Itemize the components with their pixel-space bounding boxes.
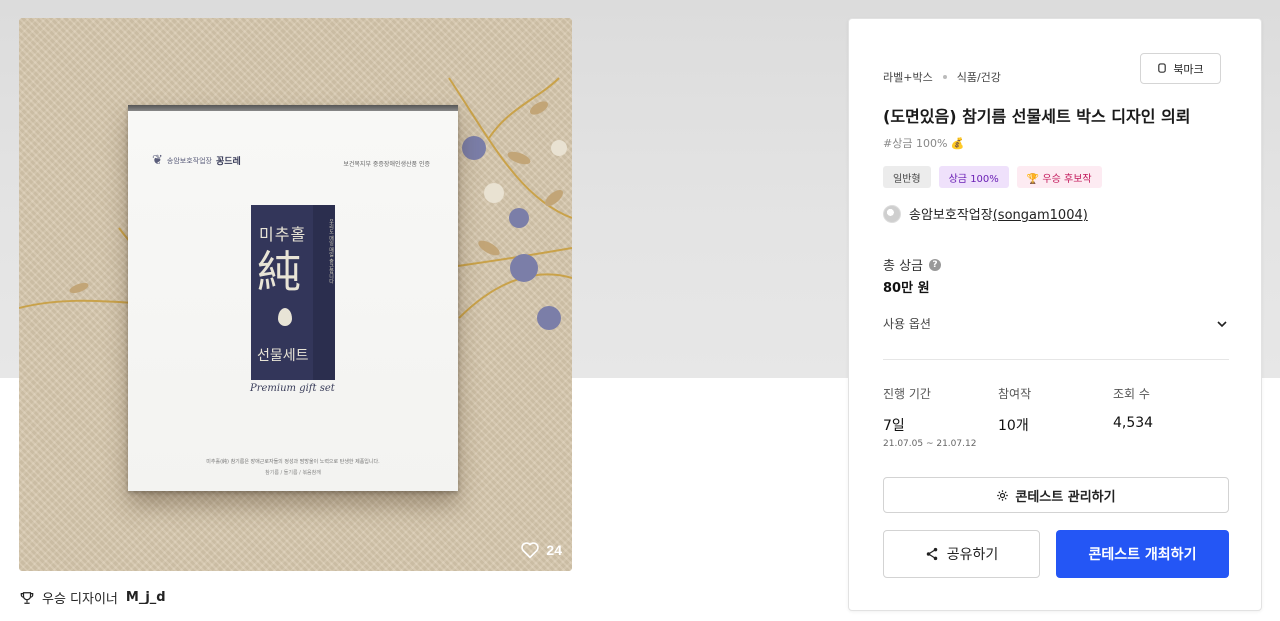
label-big-character: 純 [257,247,301,298]
gear-icon [997,489,1009,501]
winner-designer-row: 우승 디자이너 M_j_d [20,588,166,607]
contest-tagline: #상금 100% 💰 [883,137,965,150]
host-name: 송암보호작업장 [909,208,993,223]
box-product-list: 참기름 / 들기름 / 볶음참깨 [265,470,321,476]
contest-title: (도면있음) 참기름 선물세트 박스 디자인 의뢰 [883,107,1191,126]
badge-type: 일반형 [883,166,931,188]
breadcrumb-item-subcategory[interactable]: 식품/건강 [957,69,1001,85]
manage-contest-label: 콘테스트 관리하기 [1015,489,1116,505]
breadcrumb-item-category[interactable]: 라벨+박스 [883,69,933,85]
manage-contest-button[interactable]: 콘테스트 관리하기 [883,477,1229,513]
host-handle-link[interactable]: (songam1004) [993,208,1088,223]
trophy-icon [20,591,34,604]
box-label-panel: 미추홀 純 선물세트 우리도 매일 매일 출근합니다 [251,205,335,380]
host-info[interactable]: 송암보호작업장(songam1004) [883,204,1088,223]
badge-winner-candidate: 🏆 우승 후보작 [1016,166,1102,188]
stat-entries-value: 10개 [998,418,1029,434]
total-prize-label: 총 상금 ? [883,255,942,274]
winner-name[interactable]: M_j_d [126,590,166,605]
box-cert-text: 보건복지부 중증장애인생산품 인증 [343,161,430,168]
winner-label: 우승 디자이너 [42,592,118,607]
like-count: 24 [546,542,562,558]
bird-logo-icon: ❦ [152,153,163,168]
usage-option-label: 사용 옵션 [883,317,931,331]
bookmark-icon [1158,63,1167,73]
like-button[interactable]: 24 [520,541,562,559]
box-brand-text: 꽁드레 [216,157,241,167]
breadcrumb: 라벨+박스 식품/건강 [883,69,1001,85]
contest-info-card: 라벨+박스 식품/건강 북마크 (도면있음) 참기름 선물세트 박스 디자인 의… [848,18,1262,611]
bookmark-label: 북마크 [1173,62,1204,76]
stat-views: 조회 수 4,534 [1113,385,1228,449]
stat-entries-label: 참여작 [998,387,1032,401]
help-icon[interactable]: ? [929,258,942,271]
box-brand-logo: ❦ 송암보호작업장 꽁드레 [152,153,241,168]
box-lid [128,105,458,111]
share-label: 공유하기 [946,547,999,563]
stat-views-label: 조회 수 [1113,387,1150,401]
host-avatar [883,204,901,223]
contest-stats: 진행 기간 7일 21.07.05 ~ 21.07.12 참여작 10개 조회 … [883,385,1229,449]
heart-icon [521,542,540,559]
total-prize-value: 80만 원 [883,281,930,296]
breadcrumb-separator [942,75,947,79]
oil-drop-icon [278,308,292,326]
usage-option-dropdown[interactable]: 사용 옵션 [883,315,1229,332]
chevron-down-icon [1217,320,1227,327]
stat-duration-value: 7일 [883,418,905,434]
label-side-text: 우리도 매일 매일 출근합니다 [313,205,335,380]
contest-hero-image[interactable]: ❦ 송암보호작업장 꽁드레 보건복지부 중증장애인생산품 인증 미추홀 純 선물… [19,18,572,571]
box-org-text: 송암보호작업장 [166,156,212,165]
box-description: 미추홀(純) 참기름은 장애근로자들의 정성과 땀방울이 노력으로 탄생한 제품… [206,459,380,465]
total-prize-label-text: 총 상금 [883,259,924,274]
badge-prize: 상금 100% [938,166,1009,188]
stat-entries: 참여작 10개 [998,385,1113,449]
divider [883,359,1229,360]
label-bottom-text: 선물세트 [257,348,309,364]
share-icon [926,547,937,561]
box-script-text: Premium gift set [250,383,335,394]
badge-list: 일반형 상금 100% 🏆 우승 후보작 [883,166,1102,188]
stat-views-value: 4,534 [1113,415,1154,431]
stat-duration-dates: 21.07.05 ~ 21.07.12 [883,439,977,449]
product-box-mockup: ❦ 송암보호작업장 꽁드레 보건복지부 중증장애인생산품 인증 미추홀 純 선물… [128,105,458,491]
stat-duration-label: 진행 기간 [883,387,931,401]
host-contest-button[interactable]: 콘테스트 개최하기 [1056,530,1229,578]
label-top-text: 미추홀 [259,225,307,244]
stat-duration: 진행 기간 7일 21.07.05 ~ 21.07.12 [883,385,998,449]
share-button[interactable]: 공유하기 [883,530,1040,578]
bookmark-button[interactable]: 북마크 [1140,53,1221,84]
